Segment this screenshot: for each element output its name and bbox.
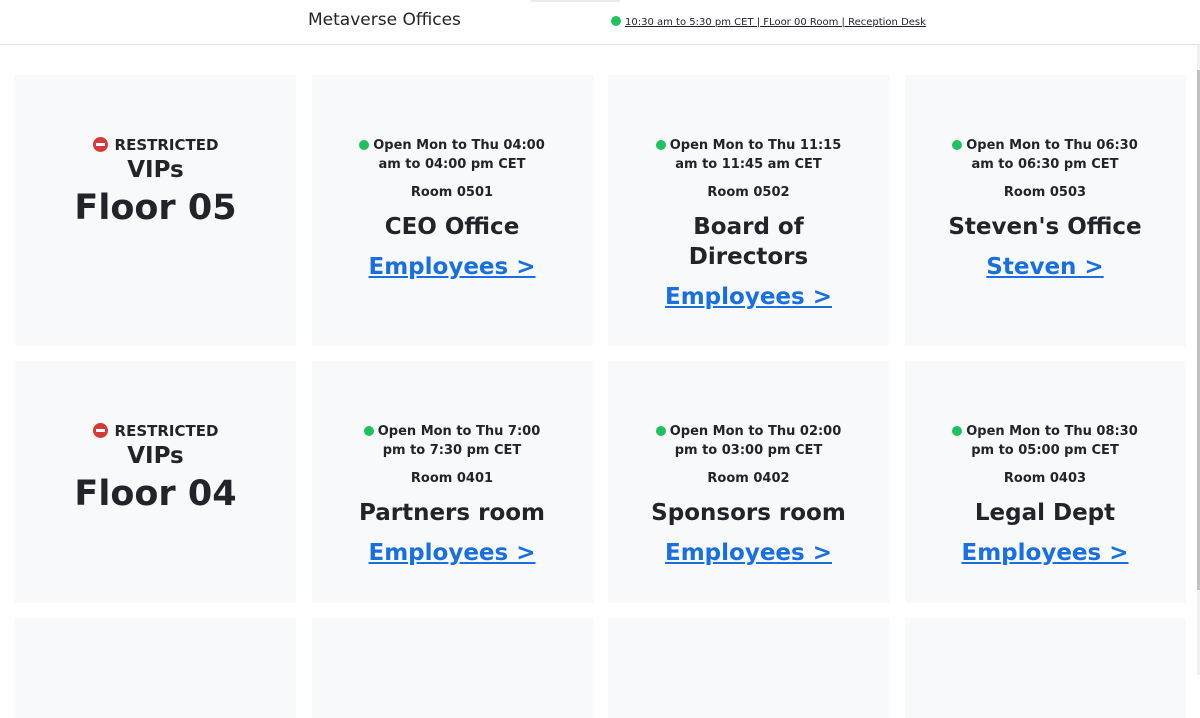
floor-card-partial (15, 618, 296, 718)
room-employees-link[interactable]: Employees > (962, 538, 1129, 568)
room-hours-text: Open Mon to Thu 08:30 pm to 05:00 pm CET (966, 424, 1138, 458)
top-handle (530, 0, 620, 2)
room-steven-link[interactable]: Steven > (986, 252, 1103, 282)
room-hours-text: Open Mon to Thu 04:00 am to 04:00 pm CET (373, 138, 545, 172)
room-hours-text: Open Mon to Thu 11:15 am to 11:45 am CET (669, 138, 842, 172)
room-hours: Open Mon to Thu 04:00 am to 04:00 pm CET (312, 136, 593, 174)
room-employees-link[interactable]: Employees > (665, 282, 832, 312)
restricted-notice: RESTRICTED (15, 135, 296, 155)
open-status-icon (611, 16, 621, 26)
floor-name: Floor 04 (74, 474, 237, 514)
floor-card-04: RESTRICTED VIPs Floor 04 (15, 361, 296, 603)
room-card-0502: Open Mon to Thu 11:15 am to 11:45 am CET… (608, 75, 889, 346)
floor-name: Floor 05 (74, 188, 237, 228)
room-name: Board of Directors (688, 214, 809, 270)
room-hours-text: Open Mon to Thu 7:00 pm to 7:30 pm CET (377, 424, 541, 458)
open-status-icon (363, 426, 374, 436)
room-hours: Open Mon to Thu 02:00 pm to 03:00 pm CET (608, 422, 889, 460)
floor-audience: VIPs (127, 157, 184, 183)
open-status-icon (952, 140, 963, 150)
room-hours: Open Mon to Thu 11:15 am to 11:45 am CET (608, 136, 889, 174)
room-number: Room 0502 (707, 185, 790, 200)
open-status-icon (359, 140, 370, 150)
page-title: Metaverse Offices (308, 10, 461, 30)
room-card-0403: Open Mon to Thu 08:30 pm to 05:00 pm CET… (904, 361, 1186, 603)
floor-card-05: RESTRICTED VIPs Floor 05 (15, 75, 296, 346)
room-card-partial (311, 618, 593, 718)
room-hours: Open Mon to Thu 08:30 pm to 05:00 pm CET (905, 422, 1186, 460)
room-card-0402: Open Mon to Thu 02:00 pm to 03:00 pm CET… (608, 361, 889, 603)
no-entry-icon (92, 137, 108, 152)
room-hours: Open Mon to Thu 7:00 pm to 7:30 pm CET (312, 422, 593, 460)
room-number: Room 0402 (707, 471, 790, 486)
room-name: Steven's Office (948, 214, 1142, 240)
room-employees-link[interactable]: Employees > (369, 538, 536, 568)
open-status-icon (655, 426, 666, 436)
room-number: Room 0503 (1003, 185, 1087, 200)
room-hours-text: Open Mon to Thu 02:00 pm to 03:00 pm CET (669, 424, 842, 458)
header-bar: Metaverse Offices 10:30 am to 5:30 pm CE… (0, 0, 1200, 45)
restricted-label: RESTRICTED (114, 422, 219, 440)
room-name: Legal Dept (974, 500, 1116, 526)
reception-status-text: 10:30 am to 5:30 pm CET | FLoor 00 Room … (625, 17, 926, 28)
floor-audience: VIPs (127, 443, 184, 469)
open-status-icon (952, 426, 963, 436)
room-card-0501: Open Mon to Thu 04:00 am to 04:00 pm CET… (311, 75, 593, 346)
reception-status-link[interactable]: 10:30 am to 5:30 pm CET | FLoor 00 Room … (611, 16, 926, 28)
room-employees-link[interactable]: Employees > (369, 252, 536, 282)
room-card-partial (904, 618, 1186, 718)
no-entry-icon (92, 423, 108, 438)
room-number: Room 0501 (410, 185, 494, 200)
restricted-notice: RESTRICTED (15, 421, 296, 441)
room-card-0503: Open Mon to Thu 06:30 am to 06:30 pm CET… (904, 75, 1186, 346)
room-name: CEO Office (384, 214, 520, 240)
room-name: Sponsors room (651, 500, 846, 526)
room-card-partial (608, 618, 889, 718)
room-name: Partners room (358, 500, 546, 526)
room-hours: Open Mon to Thu 06:30 am to 06:30 pm CET (905, 136, 1186, 174)
restricted-label: RESTRICTED (114, 136, 219, 154)
open-status-icon (655, 140, 666, 150)
room-card-0401: Open Mon to Thu 7:00 pm to 7:30 pm CET R… (311, 361, 593, 603)
room-number: Room 0403 (1003, 471, 1087, 486)
room-employees-link[interactable]: Employees > (665, 538, 832, 568)
room-number: Room 0401 (410, 471, 494, 486)
office-grid: RESTRICTED VIPs Floor 05 Open Mon to Thu… (15, 75, 1190, 718)
room-hours-text: Open Mon to Thu 06:30 am to 06:30 pm CET (966, 138, 1138, 172)
